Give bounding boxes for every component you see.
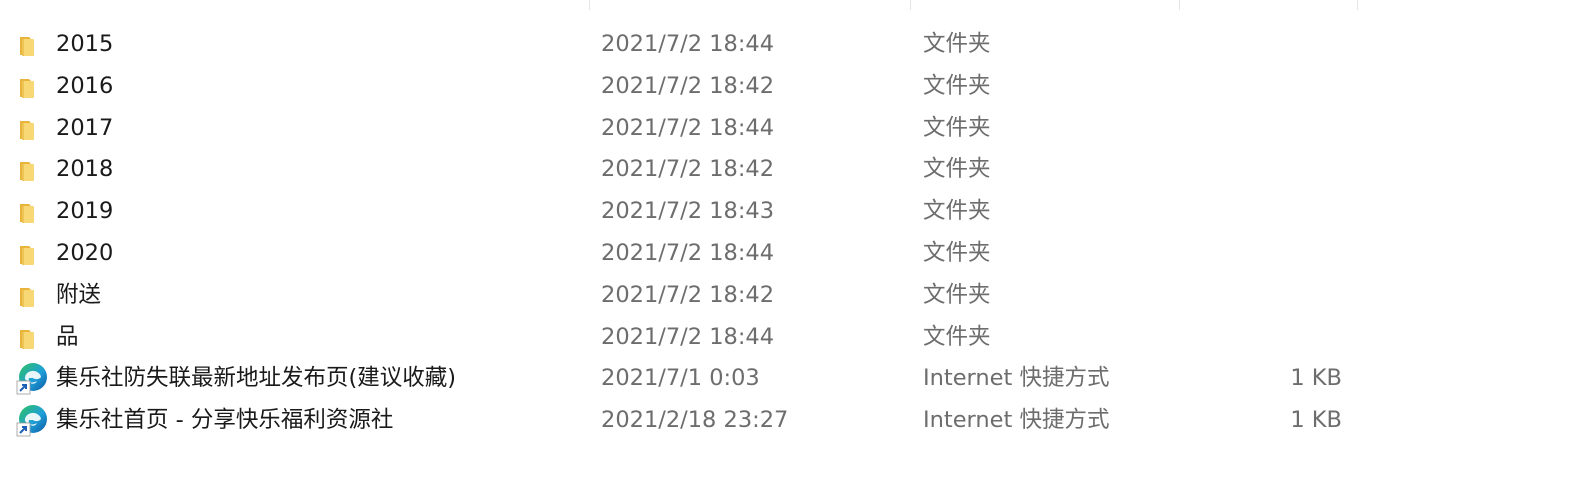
file-row[interactable]: 2018 2021/7/2 18:42 文件夹 (0, 149, 1576, 191)
file-name: 集乐社首页 - 分享快乐福利资源社 (56, 407, 394, 434)
file-name: 2020 (56, 239, 114, 266)
column-divider[interactable] (1357, 0, 1358, 10)
file-type: 文件夹 (923, 156, 991, 183)
file-name: 2019 (56, 198, 114, 225)
file-row[interactable]: 集乐社防失联最新地址发布页(建议收藏) 2021/7/1 0:03 Intern… (0, 358, 1576, 400)
file-type: 文件夹 (923, 281, 991, 308)
file-name: 集乐社防失联最新地址发布页(建议收藏) (56, 365, 457, 392)
file-row[interactable]: 2016 2021/7/2 18:42 文件夹 (0, 66, 1576, 108)
folder-icon-graphic (20, 120, 34, 140)
file-row[interactable]: 2017 2021/7/2 18:44 文件夹 (0, 108, 1576, 150)
file-size: 1 KB (1290, 407, 1342, 434)
file-name: 2015 (56, 31, 114, 57)
file-type: 文件夹 (923, 72, 991, 99)
file-type: Internet 快捷方式 (923, 407, 1110, 434)
file-size: 1 KB (1290, 365, 1342, 392)
edge-icon-graphic (16, 405, 47, 437)
file-row[interactable]: 2015 2021/7/2 18:44 文件夹 (0, 24, 1576, 66)
file-date-modified: 2021/7/2 18:43 (601, 198, 775, 225)
file-list: 2015 2021/7/2 18:44 文件夹 2016 2021/7/2 18… (0, 24, 1576, 442)
folder-icon-graphic (20, 204, 34, 224)
file-name: 2018 (56, 156, 114, 183)
folder-icon (15, 279, 49, 313)
file-type: 文件夹 (923, 31, 991, 57)
file-row[interactable]: 2019 2021/7/2 18:43 文件夹 (0, 191, 1576, 233)
file-date-modified: 2021/7/2 18:44 (601, 239, 775, 266)
file-name: 2016 (56, 72, 114, 99)
file-type: 文件夹 (923, 239, 991, 266)
folder-icon-graphic (20, 329, 34, 349)
folder-icon (15, 112, 49, 146)
folder-icon-graphic (20, 162, 34, 182)
column-divider[interactable] (1179, 0, 1180, 10)
folder-icon (15, 70, 49, 104)
file-name: 附送 (56, 281, 102, 308)
file-date-modified: 2021/7/2 18:44 (601, 31, 775, 57)
column-divider[interactable] (910, 0, 911, 10)
folder-icon-graphic (20, 78, 34, 98)
file-explorer: 2015 2021/7/2 18:44 文件夹 2016 2021/7/2 18… (0, 0, 1576, 497)
file-row[interactable]: 品 2021/7/2 18:44 文件夹 (0, 317, 1576, 359)
folder-icon (15, 195, 49, 229)
file-type: 文件夹 (923, 323, 991, 350)
file-date-modified: 2021/7/2 18:42 (601, 156, 775, 183)
column-divider[interactable] (589, 0, 590, 10)
file-row[interactable]: 附送 2021/7/2 18:42 文件夹 (0, 275, 1576, 317)
folder-icon (15, 153, 49, 187)
file-type: Internet 快捷方式 (923, 365, 1110, 392)
file-type: 文件夹 (923, 114, 991, 141)
file-date-modified: 2021/2/18 23:27 (601, 407, 789, 434)
folder-icon (15, 237, 49, 271)
file-date-modified: 2021/7/2 18:42 (601, 72, 775, 99)
file-name: 品 (56, 323, 79, 350)
file-date-modified: 2021/7/2 18:44 (601, 323, 775, 350)
folder-icon (15, 28, 49, 62)
folder-icon-graphic (20, 37, 34, 56)
file-row[interactable]: 2020 2021/7/2 18:44 文件夹 (0, 233, 1576, 275)
file-date-modified: 2021/7/1 0:03 (601, 365, 760, 392)
edge-shortcut-icon (15, 362, 49, 396)
file-name: 2017 (56, 114, 114, 141)
folder-icon-graphic (20, 287, 34, 307)
edge-icon-graphic (16, 363, 47, 395)
file-date-modified: 2021/7/2 18:44 (601, 114, 775, 141)
file-type: 文件夹 (923, 198, 991, 225)
file-row[interactable]: 集乐社首页 - 分享快乐福利资源社 2021/2/18 23:27 Intern… (0, 400, 1576, 442)
folder-icon (15, 321, 49, 355)
file-date-modified: 2021/7/2 18:42 (601, 281, 775, 308)
folder-icon-graphic (20, 245, 34, 265)
edge-shortcut-icon (15, 404, 49, 438)
